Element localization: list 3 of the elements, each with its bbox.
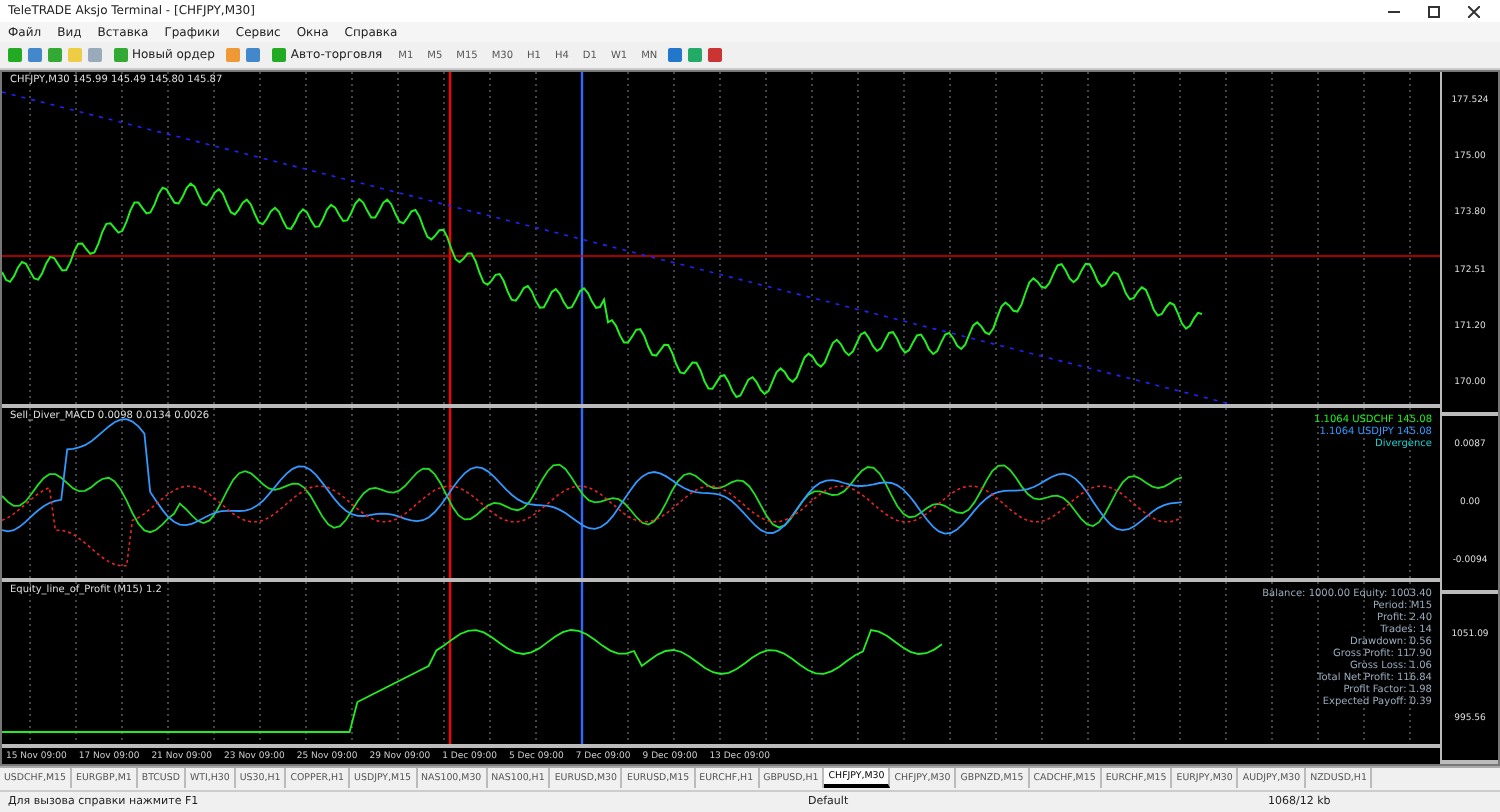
minimize-icon[interactable] (1388, 5, 1400, 17)
close-icon[interactable] (1468, 5, 1480, 17)
maximize-icon[interactable] (1428, 5, 1440, 17)
